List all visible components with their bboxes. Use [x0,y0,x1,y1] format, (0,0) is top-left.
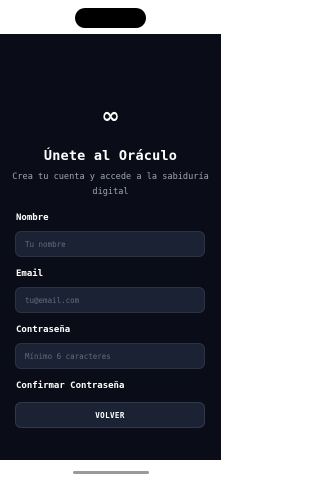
email-label: Email [16,269,44,279]
status-bar [0,0,221,34]
name-label: Nombre [16,213,49,223]
confirm-password-label: Confirmar Contraseña [16,381,125,391]
dynamic-island [75,8,146,28]
back-button[interactable]: VOLVER [15,402,205,428]
page-subtitle: Crea tu cuenta y accede a la sabiduría d… [12,172,209,197]
password-input[interactable] [15,343,205,369]
name-input[interactable] [15,231,205,257]
home-indicator[interactable] [73,471,149,474]
password-label: Contraseña [16,325,71,335]
infinity-logo-icon: ∞ [101,104,120,129]
email-input[interactable] [15,287,205,313]
page-title: Únete al Oráculo [43,148,178,164]
register-screen: ∞ Únete al Oráculo Crea tu cuenta y acce… [0,34,221,460]
home-area [0,460,221,480]
